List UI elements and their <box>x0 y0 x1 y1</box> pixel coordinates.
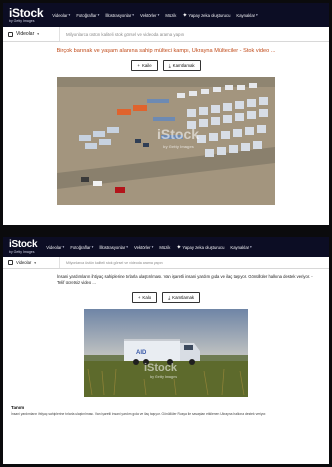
logo-subtext: by Getty Images <box>9 18 35 23</box>
nav-item-photos[interactable]: Fotoğraflar ▾ <box>76 13 99 18</box>
download-button-label: Kamtlamak <box>172 63 195 68</box>
search-input[interactable]: Milyonlarca üstün kaliteli stok görsel v… <box>66 32 184 37</box>
nav-label: Fotoğraflar <box>76 12 97 18</box>
nav-label: Vektörler <box>134 244 151 250</box>
download-icon: ⤓ <box>168 63 171 68</box>
chevron-down-icon: ▾ <box>62 245 65 249</box>
screenshot-panel-refugee-camp: iStock by Getty Images Videolar ▾ Fotoğra… <box>3 3 329 225</box>
media-type-select[interactable]: Videolar ▾ <box>8 27 60 41</box>
description-text: İnsani yardımların ihtiyaç sahiplerine t… <box>11 412 267 417</box>
search-bar: Videolar ▾ Milyonlarca üstün kaliteli st… <box>3 27 329 42</box>
nav-label: İllüstrasyonlar <box>99 244 126 250</box>
plus-icon: + <box>137 295 141 301</box>
nav-item-music[interactable]: Müzik <box>165 13 176 18</box>
top-navigation: iStock by Getty Images Videolar ▾ Fotoğra… <box>3 237 329 257</box>
search-bar: Videolar ▾ Milyonlarca üstün kaliteli st… <box>3 257 329 269</box>
chevron-down-icon: ▾ <box>34 260 37 265</box>
nav-item-resources[interactable]: Kaynaklar ▾ <box>236 13 257 18</box>
chevron-down-icon: ▾ <box>91 245 94 249</box>
nav-label: Müzik <box>159 244 171 250</box>
plus-icon: + <box>137 63 140 68</box>
add-to-board-button[interactable]: + Kaile <box>131 60 158 71</box>
nav-label: Yapay zeka oluşturucu <box>182 244 225 250</box>
nav-item-illustrations[interactable]: İllüstrasyonlar ▾ <box>99 245 128 250</box>
chevron-down-icon: ▾ <box>97 13 100 17</box>
chevron-down-icon: ▾ <box>68 13 71 17</box>
download-button[interactable]: ⤓ Kamtlamak <box>162 60 201 71</box>
video-title: Birçok barınak ve yaşam alanına sahip mü… <box>56 48 276 54</box>
action-buttons: + Kaile ⤓ Kamtlamak <box>3 60 329 71</box>
download-button[interactable]: ⤓ Kamtlamak <box>162 292 201 304</box>
nav-label: Kaynaklar <box>230 244 250 250</box>
nav-item-vectors[interactable]: Vektörler ▾ <box>134 245 153 250</box>
add-to-board-button[interactable]: + Kalo <box>131 292 158 304</box>
screenshot-panel-aid-truck: iStock by Getty Images Videolar ▾ Fotoğra… <box>3 237 329 464</box>
refugee-camp-aerial-photo: iStock by Getty Images <box>57 77 275 205</box>
watermark-text: iStock <box>144 362 178 374</box>
nav-label: Yapay zeka oluşturucu <box>188 12 231 18</box>
logo-subtext: by Getty Images <box>9 249 35 254</box>
search-input[interactable]: Milyonlarca üstün kaliteli stok görsel v… <box>66 261 163 265</box>
chevron-down-icon: ▾ <box>256 13 258 17</box>
sparkle-icon: ✦ <box>182 12 188 19</box>
media-type-label: Videolar <box>16 260 32 265</box>
watermark-text: iStock <box>157 126 199 142</box>
nav-item-photos[interactable]: Fotoğraflar ▾ <box>70 245 93 250</box>
add-button-label: Kalo <box>142 295 152 301</box>
nav-item-music[interactable]: Müzik <box>159 245 170 250</box>
video-caption: İnsani yardımların ihtiyaç sahiplerine t… <box>57 274 313 286</box>
logo-text: iStock <box>9 238 38 250</box>
nav-item-ai-generator[interactable]: ✦ Yapay zeka oluşturucu <box>182 12 230 19</box>
watermark-subtext: by Getty Images <box>150 375 177 379</box>
nav-item-resources[interactable]: Kaynaklar ▾ <box>230 245 251 250</box>
chevron-down-icon: ▾ <box>126 245 129 249</box>
aid-truck-photo: AID iStock by Getty Images <box>84 309 248 398</box>
sparkle-icon: ✦ <box>176 244 182 251</box>
video-type-icon <box>8 260 13 265</box>
chevron-down-icon: ▾ <box>157 13 160 17</box>
nav-label: Müzik <box>165 12 177 18</box>
nav-label: Vektörler <box>140 12 157 18</box>
video-type-icon <box>8 31 13 37</box>
truck-aid-label: AID <box>136 350 147 356</box>
chevron-down-icon: ▾ <box>37 32 40 36</box>
media-type-select[interactable]: Videolar ▾ <box>8 257 60 268</box>
nav-label: Videolar <box>46 244 62 250</box>
chevron-down-icon: ▾ <box>132 13 135 17</box>
add-button-label: Kaile <box>141 63 152 68</box>
nav-label: Videolar <box>52 12 68 18</box>
istock-logo[interactable]: iStock by Getty Images <box>9 238 38 255</box>
nav-item-videos[interactable]: Videolar ▾ <box>52 13 70 18</box>
nav-item-illustrations[interactable]: İllüstrasyonlar ▾ <box>105 13 134 18</box>
chevron-down-icon: ▾ <box>151 245 154 249</box>
top-navigation: iStock by Getty Images Videolar ▾ Fotoğra… <box>3 3 329 27</box>
nav-label: Fotoğraflar <box>70 244 91 250</box>
logo-text: iStock <box>9 5 44 20</box>
nav-item-ai-generator[interactable]: ✦ Yapay zeka oluşturucu <box>176 244 224 251</box>
nav-item-videos[interactable]: Videolar ▾ <box>46 245 64 250</box>
action-buttons: + Kalo ⤓ Kamtlamak <box>3 292 329 304</box>
watermark-subtext: by Getty Images <box>163 144 195 149</box>
nav-label: Kaynaklar <box>236 12 256 18</box>
nav-item-vectors[interactable]: Vektörler ▾ <box>140 13 159 18</box>
download-icon: ⤓ <box>168 295 171 301</box>
nav-label: İllüstrasyonlar <box>105 12 132 18</box>
istock-logo[interactable]: iStock by Getty Images <box>9 5 44 24</box>
download-button-label: Kamtlamak <box>172 295 195 301</box>
chevron-down-icon: ▾ <box>250 245 252 249</box>
media-type-label: Videolar <box>16 31 35 37</box>
